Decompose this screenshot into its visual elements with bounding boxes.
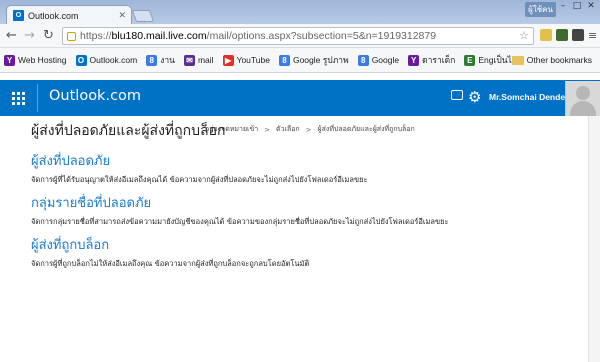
bookmark-item[interactable]: ✉ mail (183, 54, 214, 66)
bookmark-label: Outlook.com (89, 55, 138, 65)
back-arrow-icon[interactable]: ← (6, 27, 17, 45)
blocked-senders-description: จัดการผู้ที่ถูกบล็อกไม่ให้ส่งอีเมลถึงคุณ… (31, 259, 310, 268)
lock-icon (67, 31, 76, 41)
app-launcher-icon[interactable] (0, 80, 36, 116)
profile-button[interactable]: ผู้ใช้คน (525, 2, 556, 17)
minimize-icon[interactable]: – (556, 0, 570, 12)
bookmark-label: Web Hosting (18, 55, 67, 65)
other-bookmarks-button[interactable]: Other bookmarks (511, 55, 592, 65)
avatar[interactable] (565, 81, 600, 116)
browser-chrome: O Outlook.com ✕ ผู้ใช้คน – □ ✕ ← → ↻ htt… (0, 0, 600, 73)
page-title: ผู้ส่งที่ปลอดภัยและผู้ส่งที่ถูกบล็อก (31, 123, 226, 139)
browser-tab[interactable]: O Outlook.com ✕ (6, 5, 132, 25)
bookmark-label: YouTube (236, 55, 270, 65)
bookmark-label: mail (197, 55, 214, 65)
youtube-icon: ▶ (222, 54, 234, 66)
book-icon: E (464, 54, 476, 66)
reload-icon[interactable]: ↻ (43, 27, 54, 45)
safe-mailing-lists-link[interactable]: กลุ่มรายชื่อที่ปลอดภัย (31, 192, 151, 213)
breadcrumb-separator: > (264, 125, 271, 134)
google-icon: 8 (146, 54, 158, 66)
bookmark-star-icon[interactable]: ☆ (519, 29, 529, 42)
user-name[interactable]: Mr.Somchai Dendee (489, 92, 570, 102)
breadcrumb: กล่องจดหมายเข้า > ตัวเลือก > ผู้ส่งที่ปล… (205, 124, 415, 135)
breadcrumb-inbox[interactable]: กล่องจดหมายเข้า (205, 124, 258, 135)
bookmark-item[interactable]: 8 Google (357, 54, 400, 66)
mail-icon: ✉ (183, 54, 195, 66)
google-icon: 8 (278, 54, 290, 66)
tab-strip: O Outlook.com ✕ ผู้ใช้คน – □ ✕ (0, 0, 600, 25)
chat-icon[interactable] (451, 90, 463, 100)
bookmark-label: งาน (160, 55, 175, 65)
safe-senders-link[interactable]: ผู้ส่งที่ปลอดภัย (31, 150, 110, 171)
maximize-icon[interactable]: □ (570, 0, 584, 12)
menu-icon[interactable]: ≡ (588, 27, 597, 45)
bookmark-item[interactable]: ▶ YouTube (222, 54, 270, 66)
outlook-favicon-icon: O (13, 10, 24, 21)
breadcrumb-current: ผู้ส่งที่ปลอดภัยและผู้ส่งที่ถูกบล็อก (317, 125, 415, 133)
window-controls: – □ ✕ (556, 0, 598, 12)
new-tab-button[interactable] (131, 10, 155, 22)
bookmark-label: ดาราเด็ก (422, 55, 456, 65)
outlook-icon: O (75, 54, 87, 66)
extension-icon[interactable] (572, 29, 584, 41)
bookmark-item[interactable]: Y ดาราเด็ก (408, 53, 455, 67)
tab-title: Outlook.com (28, 10, 79, 21)
address-bar[interactable]: https://blu180.mail.live.com/mail/option… (62, 27, 534, 45)
safe-senders-description: จัดการผู้ที่ได้รับอนุญาตให้ส่งอีเมลถึงคุ… (31, 175, 368, 184)
yahoo-icon: Y (4, 54, 15, 66)
extension-icon[interactable] (540, 29, 552, 41)
breadcrumb-options[interactable]: ตัวเลือก (276, 124, 300, 135)
browser-toolbar: ← → ↻ https://blu180.mail.live.com/mail/… (0, 24, 600, 48)
other-bookmarks-label: Other bookmarks (526, 55, 592, 65)
gear-icon[interactable]: ⚙ (468, 87, 481, 107)
header-divider (37, 84, 38, 112)
brand-title[interactable]: Outlook.com (49, 88, 141, 104)
bookmark-item[interactable]: O Outlook.com (75, 54, 138, 66)
breadcrumb-separator: > (305, 125, 312, 134)
yahoo-icon: Y (408, 54, 420, 66)
google-icon: 8 (357, 54, 369, 66)
url-text: https://blu180.mail.live.com/mail/option… (80, 30, 437, 42)
blocked-senders-link[interactable]: ผู้ส่งที่ถูกบล็อก (31, 234, 109, 255)
forward-arrow-icon[interactable]: → (24, 27, 35, 45)
scrollbar[interactable] (588, 116, 600, 362)
tab-close-icon[interactable]: ✕ (118, 11, 126, 21)
bookmark-label: Google รูปภาพ (292, 55, 349, 65)
outlook-header: Outlook.com ⚙ Mr.Somchai Dendee (0, 80, 600, 116)
safe-mailing-lists-description: จัดการกลุ่มรายชื่อที่สามารถส่งข้อความมาย… (31, 217, 449, 226)
bookmark-label: Google (371, 55, 400, 65)
bookmarks-bar: Y Web Hosting O Outlook.com 8 งาน ✉ mail ▶ YouTub… (0, 48, 600, 73)
extension-icon[interactable] (556, 29, 568, 41)
bookmark-item[interactable]: 8 Google รูปภาพ (278, 53, 349, 67)
close-window-icon[interactable]: ✕ (584, 0, 598, 12)
bookmark-item[interactable]: 8 งาน (146, 53, 175, 67)
bookmark-item[interactable]: Y Web Hosting (4, 54, 67, 66)
folder-icon (511, 55, 524, 65)
